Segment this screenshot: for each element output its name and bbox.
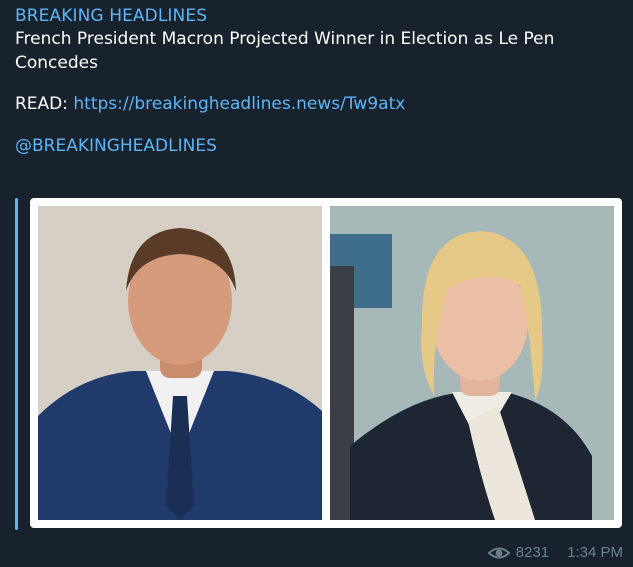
right-person-photo [330,206,614,520]
read-prefix: READ: [15,94,74,114]
left-person-photo [38,206,322,520]
link-preview[interactable] [15,198,622,530]
channel-mention[interactable]: @BREAKINGHEADLINES [15,134,625,158]
view-count: 8231 [515,544,550,561]
article-link[interactable]: https://breakingheadlines.news/Tw9atx [73,94,405,114]
preview-image[interactable] [30,198,622,528]
read-line: READ: https://breakingheadlines.news/Tw9… [15,92,625,116]
headline-text: French President Macron Projected Winner… [15,29,555,73]
preview-accent-bar [15,198,18,530]
channel-name[interactable]: BREAKING HEADLINES [15,5,625,27]
eye-icon [487,546,510,560]
message-bubble: BREAKING HEADLINES French President Macr… [15,5,625,158]
person-photo-icon [330,206,614,520]
message-footer: 8231 1:34 PM [487,544,623,561]
person-photo-icon [38,206,322,520]
message-time: 1:34 PM [567,544,623,561]
